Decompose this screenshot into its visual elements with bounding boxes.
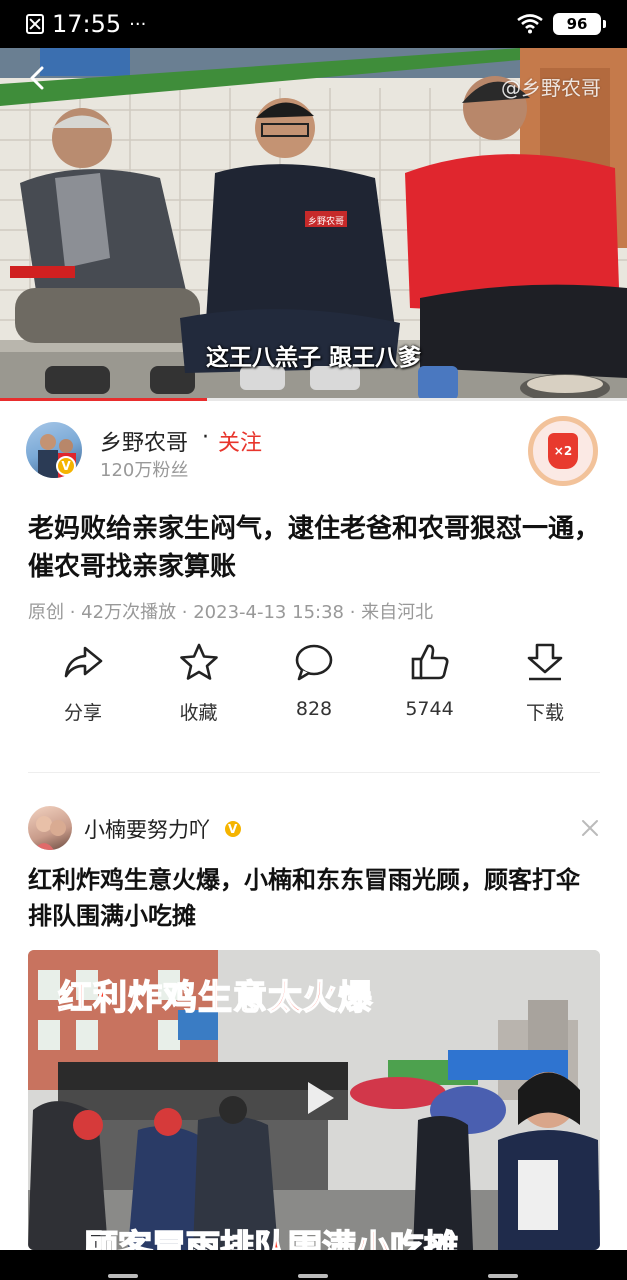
comment-count: 828	[295, 698, 333, 720]
recommended-author-name[interactable]: 小楠要努力吖 V	[84, 814, 243, 844]
action-bar: 分享 收藏 828 5744 下载	[28, 640, 600, 730]
download-label: 下载	[525, 702, 564, 724]
download-icon	[527, 643, 563, 681]
notification-muted-icon	[26, 14, 44, 34]
shirt-logo-text: 乡野农哥	[308, 215, 344, 227]
nav-home-button[interactable]	[298, 1274, 328, 1278]
recommended-avatar-image	[34, 816, 66, 850]
follow-button[interactable]: 关注	[218, 425, 262, 457]
reward-multiplier: ×2	[553, 444, 573, 458]
favorite-label: 收藏	[179, 702, 218, 724]
status-bar: 17:55 ··· 96	[0, 0, 627, 48]
like-count: 5744	[405, 698, 454, 720]
status-time: 17:55	[52, 10, 122, 38]
recommended-video-thumbnail[interactable]: 红利炸鸡生意太火爆 顾客冒雨排队围满小吃摊	[28, 950, 600, 1250]
comment-icon	[295, 644, 333, 681]
share-icon	[64, 646, 103, 678]
recommended-author-avatar[interactable]	[28, 806, 72, 850]
like-button[interactable]: 5744	[375, 640, 485, 730]
nav-menu-button[interactable]	[108, 1274, 138, 1278]
video-watermark: @乡野农哥	[501, 76, 601, 100]
video-progress-fill	[0, 398, 207, 401]
battery-level: 96	[566, 15, 588, 33]
system-nav-bar	[0, 1250, 627, 1280]
red-packet-reward-button[interactable]: ×2	[528, 416, 598, 486]
recommended-video-title[interactable]: 红利炸鸡生意火爆，小楠和东东冒雨光顾，顾客打伞排队围满小吃摊	[28, 862, 600, 934]
recommended-author-name-text: 小楠要努力吖	[84, 818, 210, 842]
star-icon	[179, 643, 218, 680]
verified-badge-icon: V	[56, 456, 76, 476]
author-name[interactable]: 乡野农哥	[100, 425, 188, 457]
author-separator: ·	[202, 425, 209, 450]
comment-button[interactable]: 828	[259, 640, 369, 730]
thumbnail-caption-top: 红利炸鸡生意太火爆	[57, 977, 373, 1019]
video-player[interactable]: 乡野农哥 @乡野农哥 这王八羔子 跟王八爹	[0, 48, 627, 400]
nav-back-button[interactable]	[488, 1274, 518, 1278]
video-meta: 原创 · 42万次播放 · 2023-4-13 15:38 · 来自河北	[28, 602, 434, 623]
favorite-button[interactable]: 收藏	[144, 640, 254, 730]
download-button[interactable]: 下载	[490, 640, 600, 730]
back-icon[interactable]	[26, 66, 50, 90]
thumbs-up-icon	[411, 644, 448, 680]
share-label: 分享	[63, 702, 102, 724]
video-title: 老妈败给亲家生闷气，逮住老爸和农哥狠怼一通，催农哥找亲家算账	[28, 514, 601, 582]
play-icon[interactable]	[296, 1076, 340, 1120]
thumbnail-caption-bottom: 顾客冒雨排队围满小吃摊	[83, 1227, 459, 1250]
status-more-dots: ···	[129, 13, 147, 35]
video-subtitle: 这王八羔子 跟王八爹	[205, 345, 421, 371]
section-divider	[28, 772, 600, 773]
video-progress-bar[interactable]	[0, 398, 627, 401]
close-icon[interactable]	[580, 818, 600, 838]
battery-icon: 96	[553, 13, 606, 35]
share-button[interactable]: 分享	[28, 640, 138, 730]
wifi-icon	[517, 14, 543, 34]
red-packet-icon: ×2	[548, 433, 578, 469]
fan-count: 120万粉丝	[100, 460, 189, 481]
recommended-verified-icon: V	[222, 819, 243, 839]
